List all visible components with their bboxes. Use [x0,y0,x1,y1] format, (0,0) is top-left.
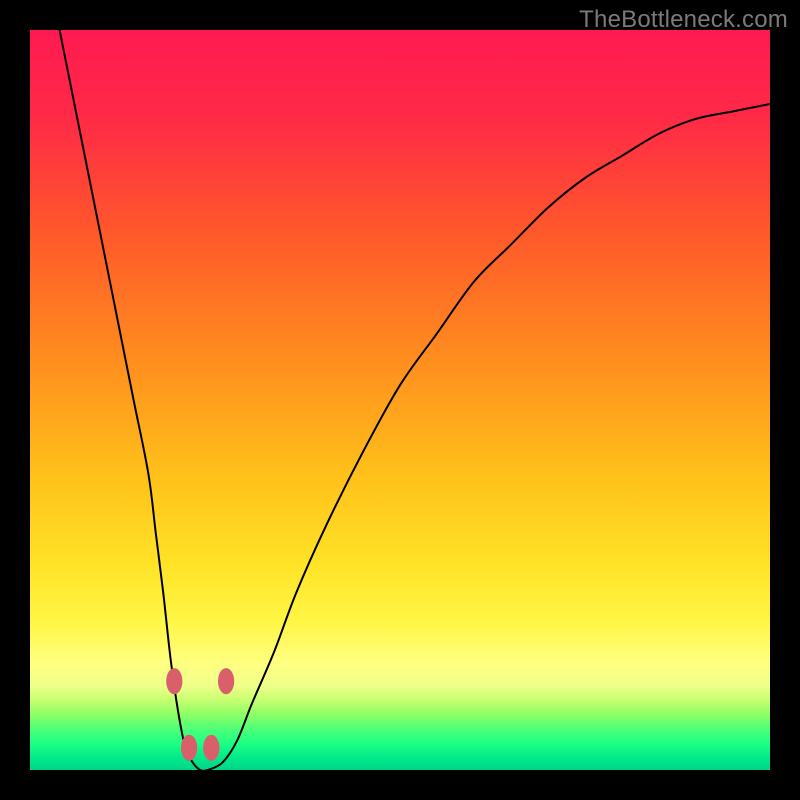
marker-right-upper [218,668,234,694]
marker-left-lower [181,735,197,761]
bottleneck-curve [60,30,770,770]
curve-layer [30,30,770,770]
marker-left-upper [166,668,182,694]
outer-frame: TheBottleneck.com [0,0,800,800]
marker-group [166,668,234,761]
marker-right-lower [203,735,219,761]
plot-area [30,30,770,770]
